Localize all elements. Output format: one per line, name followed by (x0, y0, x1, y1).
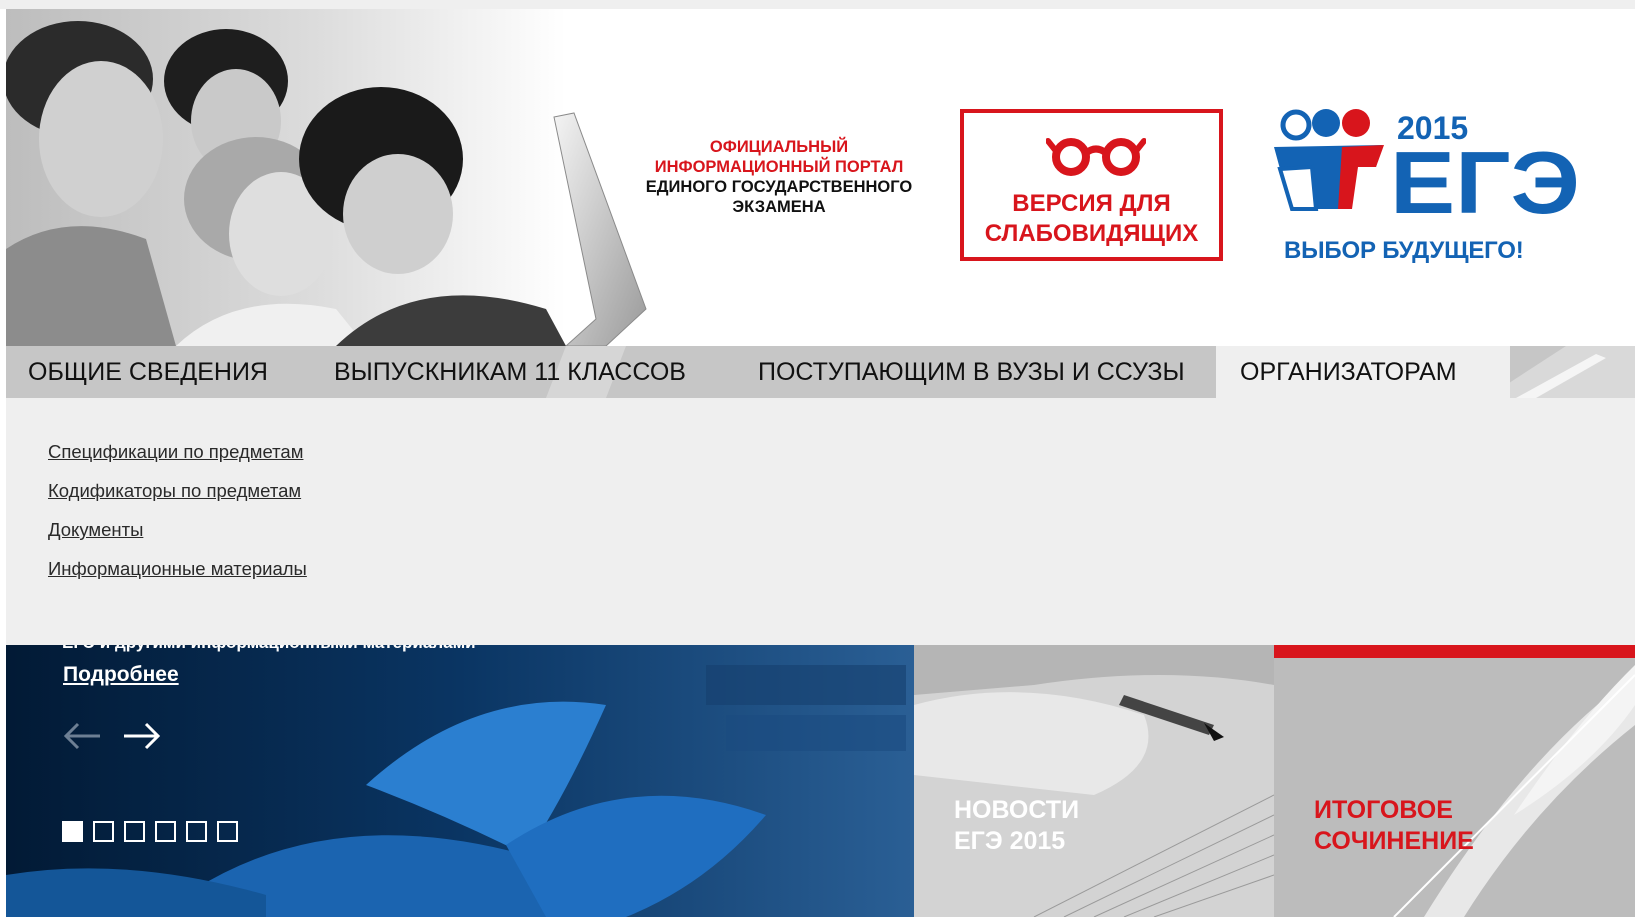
low-vision-label-line2: СЛАБОВИДЯЩИХ (984, 220, 1199, 247)
hero-photo-students (6, 9, 666, 346)
ege-logo[interactable]: 2015 ЕГЭ ВЫБОР БУДУЩЕГО! (1272, 109, 1592, 279)
portal-title-line3: ЕДИНОГО ГОСУДАРСТВЕННОГО (645, 178, 913, 196)
link-codifiers[interactable]: Кодификаторы по предметам (48, 480, 301, 502)
slider-dot-4[interactable] (155, 821, 176, 842)
essay-tile-label: ИТОГОВОЕ СОЧИНЕНИЕ (1314, 795, 1474, 857)
news-tile[interactable]: НОВОСТИ ЕГЭ 2015 (914, 645, 1274, 917)
tab-university-applicants[interactable]: ПОСТУПАЮЩИМ В ВУЗЫ И ССУЗЫ (758, 346, 1185, 398)
news-tile-image (914, 645, 1274, 917)
news-slider: ЕГЭ и другими информационными материалам… (6, 645, 914, 917)
link-specifications[interactable]: Спецификации по предметам (48, 441, 303, 463)
ege-logo-figures: 2015 ЕГЭ (1274, 109, 1580, 232)
slider-dot-2[interactable] (93, 821, 114, 842)
arrow-right-icon[interactable] (122, 721, 162, 751)
link-documents[interactable]: Документы (48, 519, 143, 541)
final-essay-tile[interactable]: ИТОГОВОЕ СОЧИНЕНИЕ (1274, 645, 1635, 917)
essay-tile-label-line2: СОЧИНЕНИЕ (1314, 827, 1474, 855)
low-vision-label-line1: ВЕРСИЯ ДЛЯ (1012, 190, 1171, 217)
news-tile-label-line1: НОВОСТИ (954, 796, 1080, 824)
essay-tile-label-line1: ИТОГОВОЕ (1314, 796, 1453, 824)
slider-dot-3[interactable] (124, 821, 145, 842)
ege-logo-name: ЕГЭ (1390, 133, 1580, 232)
slider-dot-6[interactable] (217, 821, 238, 842)
arrow-left-icon[interactable] (62, 721, 102, 751)
top-strip (0, 0, 1635, 9)
tab-general-info[interactable]: ОБЩИЕ СВЕДЕНИЯ (28, 346, 268, 398)
link-info-materials[interactable]: Информационные материалы (48, 558, 307, 580)
ege-logo-tagline: ВЫБОР БУДУЩЕГО! (1284, 237, 1524, 264)
portal-title-line1: ОФИЦИАЛЬНЫЙ (709, 138, 849, 156)
portal-title: ОФИЦИАЛЬНЫЙ ИНФОРМАЦИОННЫЙ ПОРТАЛ ЕДИНОГ… (624, 137, 934, 217)
news-tile-label-line2: ЕГЭ 2015 (954, 827, 1066, 855)
portal-title-line4: ЭКЗАМЕНА (732, 198, 826, 216)
slider-more-link[interactable]: Подробнее (63, 663, 179, 687)
slider-caption-cut: ЕГЭ и другими информационными материалам… (62, 645, 476, 653)
tab-organizers[interactable]: ОРГАНИЗАТОРАМ (1216, 346, 1510, 398)
news-tile-label: НОВОСТИ ЕГЭ 2015 (954, 795, 1079, 857)
organizers-dropdown-menu: Спецификации по предметам Кодификаторы п… (6, 398, 1635, 645)
main-nav: ОБЩИЕ СВЕДЕНИЯ ВЫПУСКНИКАМ 11 КЛАССОВ ПО… (6, 346, 1635, 398)
tab-graduates-11[interactable]: ВЫПУСКНИКАМ 11 КЛАССОВ (334, 346, 686, 398)
slider-dot-5[interactable] (186, 821, 207, 842)
feather-image (1274, 645, 1635, 917)
portal-title-line2: ИНФОРМАЦИОННЫЙ ПОРТАЛ (654, 158, 904, 176)
glasses-icon (1046, 138, 1146, 176)
low-vision-version-button[interactable]: ВЕРСИЯ ДЛЯ СЛАБОВИДЯЩИХ (960, 109, 1223, 261)
slider-dot-1[interactable] (62, 821, 83, 842)
low-vision-label: ВЕРСИЯ ДЛЯ СЛАБОВИДЯЩИХ (964, 189, 1219, 249)
site-header: ОФИЦИАЛЬНЫЙ ИНФОРМАЦИОННЫЙ ПОРТАЛ ЕДИНОГ… (6, 9, 1635, 346)
essay-tile-red-bar (1274, 645, 1635, 658)
